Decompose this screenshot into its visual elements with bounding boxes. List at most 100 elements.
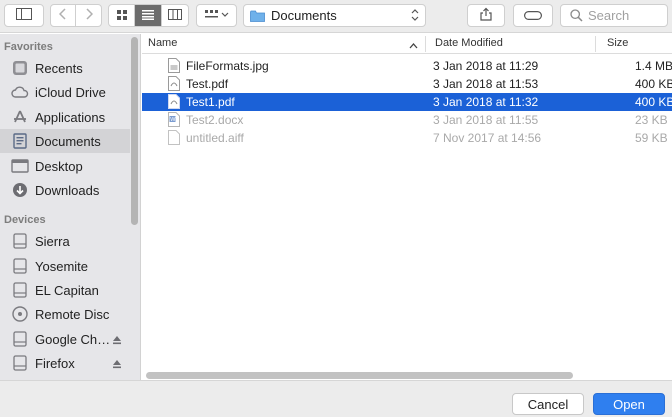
sidebar-item-desktop[interactable]: Desktop bbox=[0, 154, 130, 178]
sidebar-item-label: EL Capitan bbox=[35, 282, 99, 298]
pdf-file-icon bbox=[168, 94, 180, 112]
list-view-button[interactable] bbox=[135, 5, 162, 26]
sidebar-item-label: Sierra bbox=[35, 233, 70, 249]
column-view-button[interactable] bbox=[162, 5, 188, 26]
optical-disc-icon bbox=[11, 305, 29, 323]
search-icon bbox=[570, 9, 583, 22]
file-row: untitled.aiff 7 Nov 2017 at 14:56 59 KB bbox=[142, 129, 672, 147]
list-icon bbox=[142, 8, 155, 23]
word-file-icon: W bbox=[168, 112, 180, 130]
sidebar-item-label: Documents bbox=[35, 133, 101, 149]
location-label: Documents bbox=[271, 8, 337, 23]
sidebar-item-el-capitan[interactable]: EL Capitan bbox=[0, 278, 130, 302]
file-date: 3 Jan 2018 at 11:55 bbox=[433, 113, 539, 127]
sidebar-item-yosemite[interactable]: Yosemite bbox=[0, 254, 130, 278]
image-file-icon bbox=[168, 58, 180, 76]
favorites-header: Favorites bbox=[4, 41, 53, 53]
sidebar-item-label: Google Ch… bbox=[35, 331, 111, 347]
eject-icon[interactable] bbox=[112, 357, 122, 372]
file-size: 59 KB bbox=[635, 131, 668, 145]
sidebar-item-label: Downloads bbox=[35, 182, 100, 198]
share-button[interactable] bbox=[467, 4, 505, 27]
file-size: 400 KB bbox=[635, 95, 672, 109]
sidebar-item-remote-disc[interactable]: Remote Disc bbox=[0, 302, 130, 326]
sidebar-item-applications[interactable]: Applications bbox=[0, 105, 130, 129]
column-header-name[interactable]: Name bbox=[148, 37, 177, 49]
file-row[interactable]: Test.pdf 3 Jan 2018 at 11:53 400 KB bbox=[142, 75, 672, 93]
sidebar-item-label: Applications bbox=[35, 109, 106, 125]
blank-file-icon bbox=[168, 130, 180, 148]
tags-button[interactable] bbox=[513, 4, 553, 27]
sidebar-item-label: Recents bbox=[35, 60, 83, 76]
sidebar-icon bbox=[16, 8, 32, 23]
sidebar-item-google-chrome[interactable]: Google Ch… bbox=[0, 327, 130, 351]
file-size: 1.4 MB bbox=[635, 59, 672, 73]
columns-icon bbox=[167, 8, 182, 23]
icon-view-button[interactable] bbox=[109, 5, 136, 26]
eject-icon[interactable] bbox=[112, 333, 122, 348]
column-divider[interactable] bbox=[595, 36, 596, 52]
file-list: Name Date Modified Size FileFormats.jpg … bbox=[142, 34, 672, 380]
share-icon bbox=[480, 7, 492, 24]
toolbar: Documents Search bbox=[0, 0, 672, 33]
horizontal-scrollbar[interactable] bbox=[146, 372, 573, 379]
disk-icon bbox=[11, 281, 29, 299]
file-size: 23 KB bbox=[635, 113, 668, 127]
sidebar-item-label: Remote Disc bbox=[35, 306, 110, 322]
sidebar-item-downloads[interactable]: Downloads bbox=[0, 178, 130, 202]
disk-icon bbox=[11, 354, 29, 372]
sidebar-item-label: Desktop bbox=[35, 158, 83, 174]
file-row: W Test2.docx 3 Jan 2018 at 11:55 23 KB bbox=[142, 111, 672, 129]
search-field[interactable]: Search bbox=[560, 4, 668, 27]
sidebar: Favorites Recents iCloud Drive Applicati… bbox=[0, 34, 141, 380]
file-name: Test1.pdf bbox=[186, 95, 235, 109]
sidebar-toggle-button[interactable] bbox=[4, 4, 44, 27]
updown-chevron-icon bbox=[411, 8, 419, 25]
download-icon bbox=[11, 181, 29, 199]
sidebar-item-documents[interactable]: Documents bbox=[0, 129, 130, 153]
cancel-button[interactable]: Cancel bbox=[512, 393, 584, 415]
clock-icon bbox=[11, 59, 29, 77]
file-size: 400 KB bbox=[635, 77, 672, 91]
back-button[interactable] bbox=[51, 5, 77, 26]
dialog-footer: Cancel Open bbox=[0, 380, 672, 417]
sidebar-item-icloud-drive[interactable]: iCloud Drive bbox=[0, 80, 130, 104]
sidebar-item-label: Firefox bbox=[35, 355, 75, 371]
documents-icon bbox=[11, 132, 29, 150]
devices-header: Devices bbox=[4, 214, 46, 226]
location-popup[interactable]: Documents bbox=[243, 4, 426, 27]
forward-button[interactable] bbox=[76, 5, 101, 26]
sort-ascending-icon bbox=[409, 40, 418, 52]
sidebar-item-firefox[interactable]: Firefox bbox=[0, 351, 130, 375]
disk-icon bbox=[11, 232, 29, 250]
sidebar-item-recents[interactable]: Recents bbox=[0, 56, 130, 80]
file-date: 3 Jan 2018 at 11:53 bbox=[433, 77, 539, 91]
file-row[interactable]: FileFormats.jpg 3 Jan 2018 at 11:29 1.4 … bbox=[142, 57, 672, 75]
sidebar-item-label: Yosemite bbox=[35, 258, 88, 274]
column-divider[interactable] bbox=[425, 36, 426, 52]
file-row[interactable]: Test1.pdf 3 Jan 2018 at 11:32 400 KB bbox=[142, 93, 672, 111]
file-name: FileFormats.jpg bbox=[186, 59, 269, 73]
column-header-row: Name Date Modified Size bbox=[142, 34, 672, 54]
sidebar-scrollbar[interactable] bbox=[131, 37, 138, 225]
column-header-size[interactable]: Size bbox=[607, 37, 628, 49]
disk-icon bbox=[11, 330, 29, 348]
chevron-left-icon bbox=[58, 8, 67, 23]
pdf-file-icon bbox=[168, 76, 180, 94]
file-name: Test2.docx bbox=[186, 113, 244, 127]
file-date: 3 Jan 2018 at 11:29 bbox=[433, 59, 539, 73]
cloud-icon bbox=[11, 83, 29, 101]
chevron-right-icon bbox=[85, 8, 93, 23]
disk-icon bbox=[11, 257, 29, 275]
sidebar-item-sierra[interactable]: Sierra bbox=[0, 229, 130, 253]
column-header-date[interactable]: Date Modified bbox=[435, 37, 503, 49]
group-icon bbox=[204, 8, 229, 23]
open-button[interactable]: Open bbox=[593, 393, 665, 415]
desktop-icon bbox=[11, 157, 29, 175]
search-placeholder: Search bbox=[588, 8, 630, 23]
grid-icon bbox=[116, 8, 127, 23]
file-date: 7 Nov 2017 at 14:56 bbox=[433, 131, 542, 145]
group-by-button[interactable] bbox=[196, 4, 237, 27]
svg-text:W: W bbox=[170, 117, 176, 123]
file-name: untitled.aiff bbox=[186, 131, 244, 145]
